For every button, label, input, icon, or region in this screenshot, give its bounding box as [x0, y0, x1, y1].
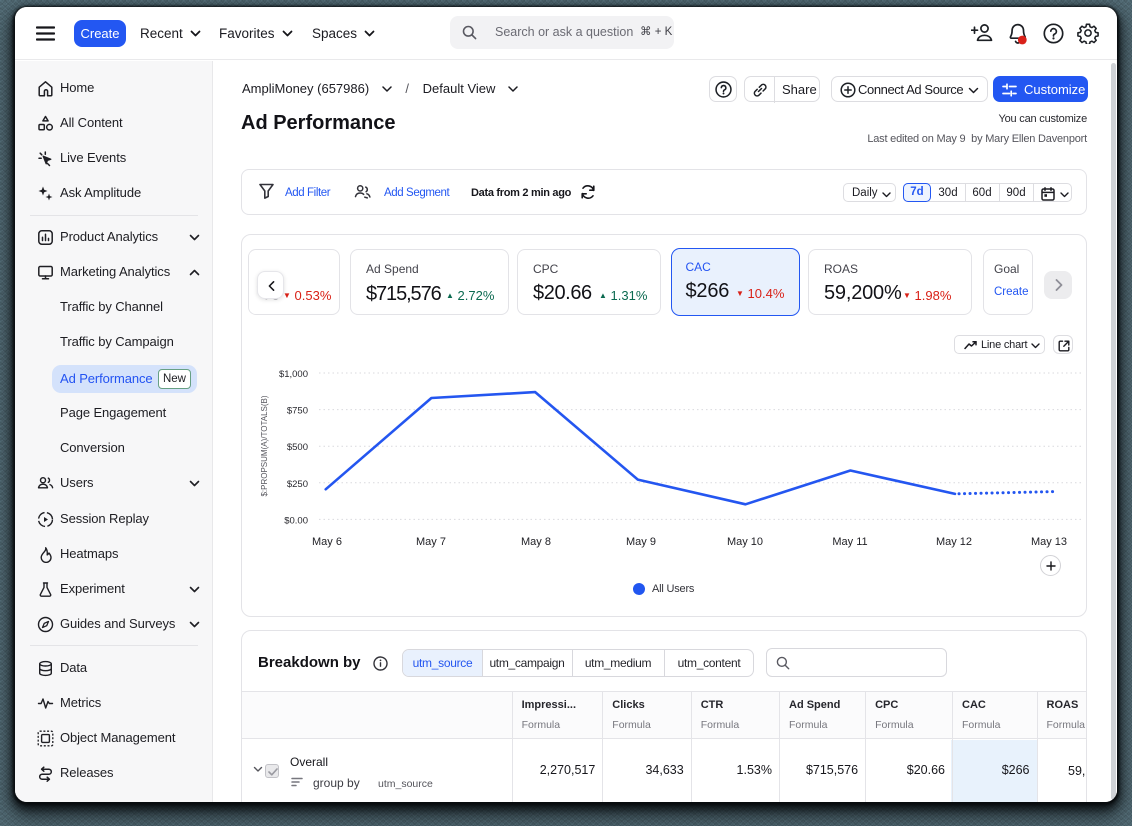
svg-text:$500: $500	[287, 442, 308, 453]
svg-text:May 10: May 10	[727, 536, 763, 548]
svg-text:$250: $250	[287, 479, 308, 490]
svg-text:May 12: May 12	[936, 536, 972, 548]
svg-text:$0.00: $0.00	[284, 515, 308, 526]
svg-text:May 9: May 9	[626, 536, 656, 548]
svg-text:$:PROPSUM(A)/TOTALS(B): $:PROPSUM(A)/TOTALS(B)	[260, 395, 269, 496]
svg-text:May 6: May 6	[312, 536, 342, 548]
svg-text:May 7: May 7	[416, 536, 446, 548]
svg-text:May 13: May 13	[1031, 536, 1067, 548]
svg-text:$750: $750	[287, 406, 308, 417]
svg-text:May 11: May 11	[832, 536, 867, 548]
svg-text:May 8: May 8	[521, 536, 551, 548]
svg-text:$1,000: $1,000	[279, 369, 308, 380]
